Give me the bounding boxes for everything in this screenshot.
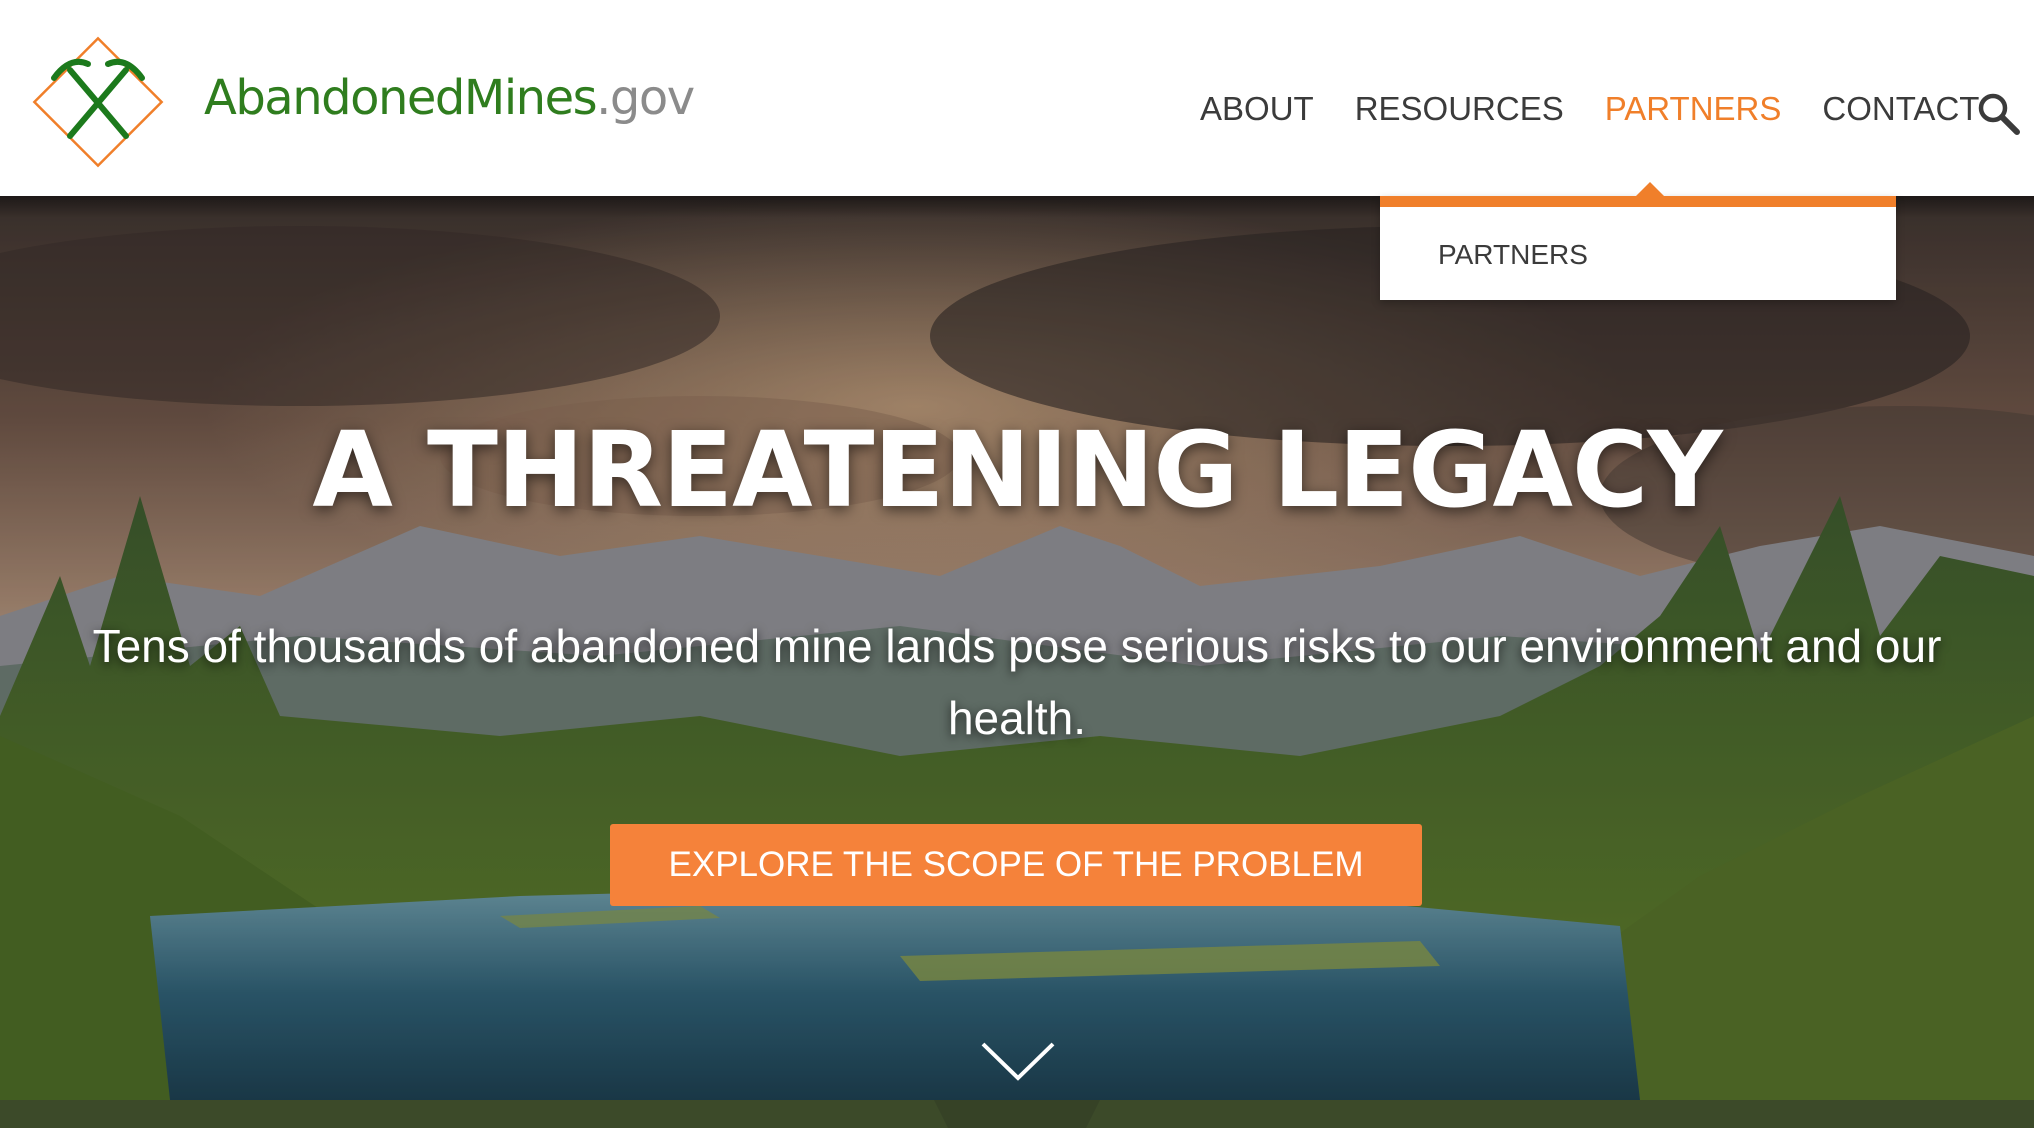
nav-about[interactable]: ABOUT — [1200, 84, 1314, 134]
nav-contact[interactable]: CONTACT — [1822, 84, 1979, 134]
chevron-down-icon[interactable] — [979, 1038, 1057, 1084]
site-header: AbandonedMines.gov ABOUT RESOURCES PARTN… — [0, 0, 2034, 196]
logo-name: AbandonedMines — [204, 70, 598, 126]
hero-title: A THREATENING LEGACY — [312, 409, 1722, 531]
logo-tld: .gov — [596, 70, 695, 126]
crossed-pickaxes-logo-icon[interactable] — [22, 26, 174, 178]
nav-resources[interactable]: RESOURCES — [1355, 84, 1564, 134]
hero-subtitle: Tens of thousands of abandoned mine land… — [92, 620, 1942, 744]
site-logo-text[interactable]: AbandonedMines.gov — [204, 70, 695, 126]
dropdown-caret — [1636, 182, 1664, 196]
partners-dropdown-menu: PARTNERS — [1380, 196, 1896, 300]
hero-section: A THREATENING LEGACY Tens of thousands o… — [0, 196, 2034, 1100]
nav-partners[interactable]: PARTNERS — [1605, 84, 1782, 134]
dropdown-item-partners[interactable]: PARTNERS — [1438, 235, 1588, 275]
section-divider-notch — [920, 1100, 1114, 1128]
main-nav: ABOUT RESOURCES PARTNERS CONTACT — [1200, 84, 2020, 134]
explore-problem-button[interactable]: EXPLORE THE SCOPE OF THE PROBLEM — [610, 824, 1422, 906]
search-icon[interactable] — [1975, 90, 2021, 136]
